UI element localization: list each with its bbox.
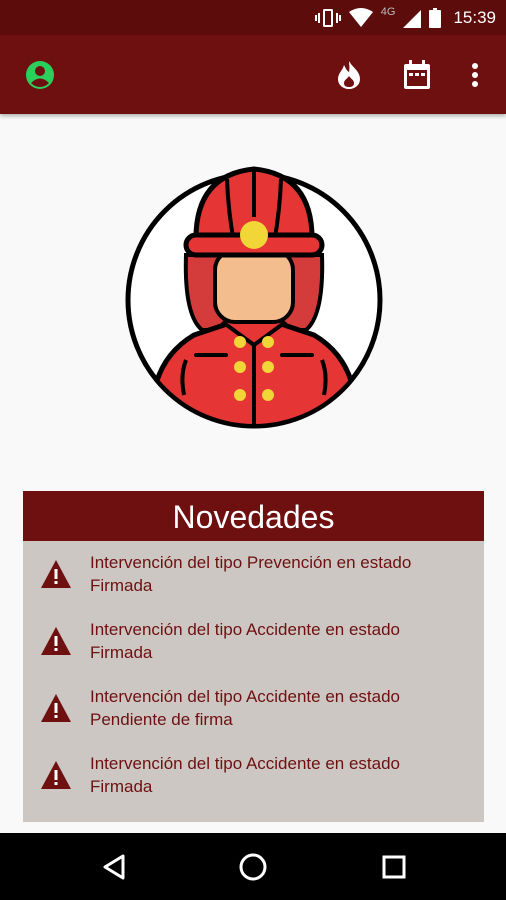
recents-icon [382,855,406,879]
network-type-label: 4G [380,5,396,18]
wifi-icon [348,7,373,27]
news-item-line1: Intervención del tipo Accidente en estad… [90,620,400,639]
navigation-bar [0,833,506,900]
account-button[interactable] [21,56,59,94]
back-icon [103,854,125,880]
news-item-line1: Intervención del tipo Accidente en estad… [90,687,400,706]
news-panel: Novedades Intervención del tipo Prevenci… [23,491,484,822]
warning-icon [41,761,71,789]
overflow-menu-button[interactable] [456,56,494,94]
battery-icon [429,7,442,28]
warning-icon [41,560,71,588]
vibrate-icon [314,8,341,27]
news-item-line2: Firmada [90,777,153,796]
news-item-text: Intervención del tipo Accidente en estad… [90,685,475,731]
home-button[interactable] [237,851,269,883]
news-item-line2: Pendiente de firma [90,710,233,729]
news-item-line1: Intervención del tipo Accidente en estad… [90,754,400,773]
app-bar [0,35,506,114]
status-icons: 4G 15:39 [314,0,496,35]
news-item[interactable]: Intervención del tipo Accidente en estad… [23,742,484,809]
news-item-line1: Intervención del tipo Prevención en esta… [90,553,412,572]
news-item-text: Intervención del tipo Accidente en estad… [90,752,475,798]
news-item[interactable]: Intervención del tipo Accidente en estad… [23,608,484,675]
recents-button[interactable] [378,851,410,883]
signal-icon [403,9,422,28]
warning-icon [41,694,71,722]
firefighter-avatar [124,155,384,430]
news-title: Novedades [23,491,484,541]
calendar-icon [404,60,430,89]
status-bar: 4G 15:39 [0,0,506,35]
news-list: Intervención del tipo Prevención en esta… [23,541,484,809]
home-icon [239,853,267,881]
news-item-line2: Firmada [90,643,153,662]
news-item-line2: Firmada [90,576,153,595]
news-item[interactable]: Intervención del tipo Accidente en estad… [23,675,484,742]
clock: 15:39 [453,7,496,27]
news-item-text: Intervención del tipo Prevención en esta… [90,551,475,597]
news-item[interactable]: Intervención del tipo Prevención en esta… [23,541,484,608]
account-icon [26,61,54,89]
fire-button[interactable] [330,56,368,94]
firefighter-illustration [125,166,383,429]
more-vert-icon [472,63,478,87]
fire-icon [338,61,360,89]
warning-icon [41,627,71,655]
calendar-button[interactable] [398,56,436,94]
news-item-text: Intervención del tipo Accidente en estad… [90,618,475,664]
back-button[interactable] [98,851,130,883]
